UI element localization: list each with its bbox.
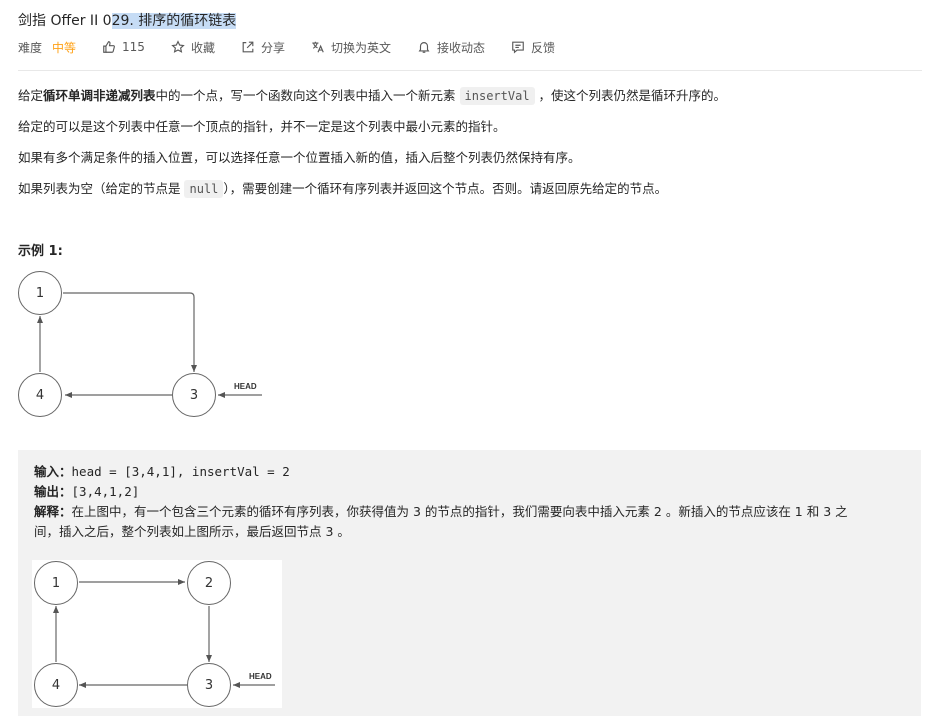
p1-text-b: 中的一个点，写一个函数向这个列表中插入一个新元素 xyxy=(155,88,460,103)
feedback-button[interactable]: 反馈 xyxy=(511,39,555,56)
diagram-1: 1 4 3 HEAD xyxy=(0,262,300,422)
edge-1-to-3 xyxy=(63,292,197,372)
p4-text-a: 如果列表为空（给定的节点是 xyxy=(18,181,185,196)
example-explanation-cont: 间，插入之后，整个列表如上图所示，最后返回节点 3 。 xyxy=(34,524,350,539)
difficulty: 难度 中等 xyxy=(18,39,76,56)
feedback-icon xyxy=(512,41,524,54)
diagram-2-head-label: HEAD xyxy=(249,672,272,681)
diagram-2-node-2: 2 xyxy=(187,561,231,605)
diagram-1-node-1: 1 xyxy=(18,271,62,315)
null-code: null xyxy=(184,180,224,198)
output-value: [3,4,1,2] xyxy=(71,484,140,499)
example-output: 输出：[3,4,1,2] xyxy=(34,481,139,500)
star-icon xyxy=(171,40,185,53)
divider xyxy=(18,70,922,71)
description-paragraph-3: 如果有多个满足条件的插入位置，可以选择任意一个位置插入新的值，插入后整个列表仍然… xyxy=(18,150,581,165)
description-paragraph-2: 给定的可以是这个列表中任意一个顶点的指针，并不一定是这个列表中最小元素的指针。 xyxy=(18,119,506,134)
explain-label: 解释： xyxy=(34,504,72,519)
p1-text-c: ，使这个列表仍然是循环升序的。 xyxy=(534,88,727,103)
insertval-code: insertVal xyxy=(459,87,535,105)
p1-bold: 循环单调非递减列表 xyxy=(43,88,156,103)
input-label: 输入： xyxy=(34,464,72,479)
difficulty-label: 难度 xyxy=(18,40,43,55)
example-title: 示例 1: xyxy=(18,244,63,259)
title-prefix: 剑指 Offer II 0 xyxy=(18,13,112,29)
notify-button[interactable]: 接收动态 xyxy=(417,39,485,56)
problem-title: 剑指 Offer II 029. 排序的循环链表 xyxy=(18,10,237,30)
translate-icon xyxy=(312,41,324,53)
switch-language-label: 切换为英文 xyxy=(330,40,391,55)
diagram-2-node-1: 1 xyxy=(34,561,78,605)
diagram-1-node-3: 3 xyxy=(172,373,216,417)
output-label: 输出： xyxy=(34,484,72,499)
thumbs-up-icon xyxy=(103,41,115,53)
diagram-1-node-4: 4 xyxy=(18,373,62,417)
bell-icon xyxy=(418,42,430,53)
example-explanation: 解释：在上图中，有一个包含三个元素的循环有序列表，你获得值为 3 的节点的指针，… xyxy=(34,501,914,520)
p4-text-b: ），需要创建一个循环有序列表并返回这个节点。否则。请返回原先给定的节点。 xyxy=(223,181,668,196)
diagram-2-node-3: 3 xyxy=(187,663,231,707)
diagram-2: 1 2 4 3 HEAD xyxy=(32,560,282,708)
switch-language-button[interactable]: 切换为英文 xyxy=(311,39,391,56)
meta-bar: 难度 中等 115 收藏 分享 切换为英文 接收动态 反馈 xyxy=(18,38,581,56)
favorite-label: 收藏 xyxy=(190,40,215,55)
p1-text-a: 给定 xyxy=(18,88,44,103)
example-input: 输入：head = [3,4,1], insertVal = 2 xyxy=(34,461,290,480)
like-button[interactable]: 115 xyxy=(102,40,145,54)
difficulty-value: 中等 xyxy=(52,40,77,55)
like-count: 115 xyxy=(122,40,145,54)
share-icon xyxy=(242,41,254,53)
description-paragraph-1: 给定循环单调非递减列表中的一个点，写一个函数向这个列表中插入一个新元素 inse… xyxy=(18,85,727,105)
diagram-1-head-label: HEAD xyxy=(234,382,257,391)
diagram-2-node-4: 4 xyxy=(34,663,78,707)
explain-line-1: 在上图中，有一个包含三个元素的循环有序列表，你获得值为 3 的节点的指针，我们需… xyxy=(71,504,848,519)
description-paragraph-4: 如果列表为空（给定的节点是 null ），需要创建一个循环有序列表并返回这个节点。… xyxy=(18,178,668,198)
title-highlighted: 29. 排序的循环链表 xyxy=(111,13,237,29)
share-label: 分享 xyxy=(260,40,285,55)
favorite-button[interactable]: 收藏 xyxy=(171,39,215,56)
input-value: head = [3,4,1], insertVal = 2 xyxy=(71,464,290,479)
notify-label: 接收动态 xyxy=(436,40,485,55)
feedback-label: 反馈 xyxy=(531,40,556,55)
share-button[interactable]: 分享 xyxy=(241,39,285,56)
